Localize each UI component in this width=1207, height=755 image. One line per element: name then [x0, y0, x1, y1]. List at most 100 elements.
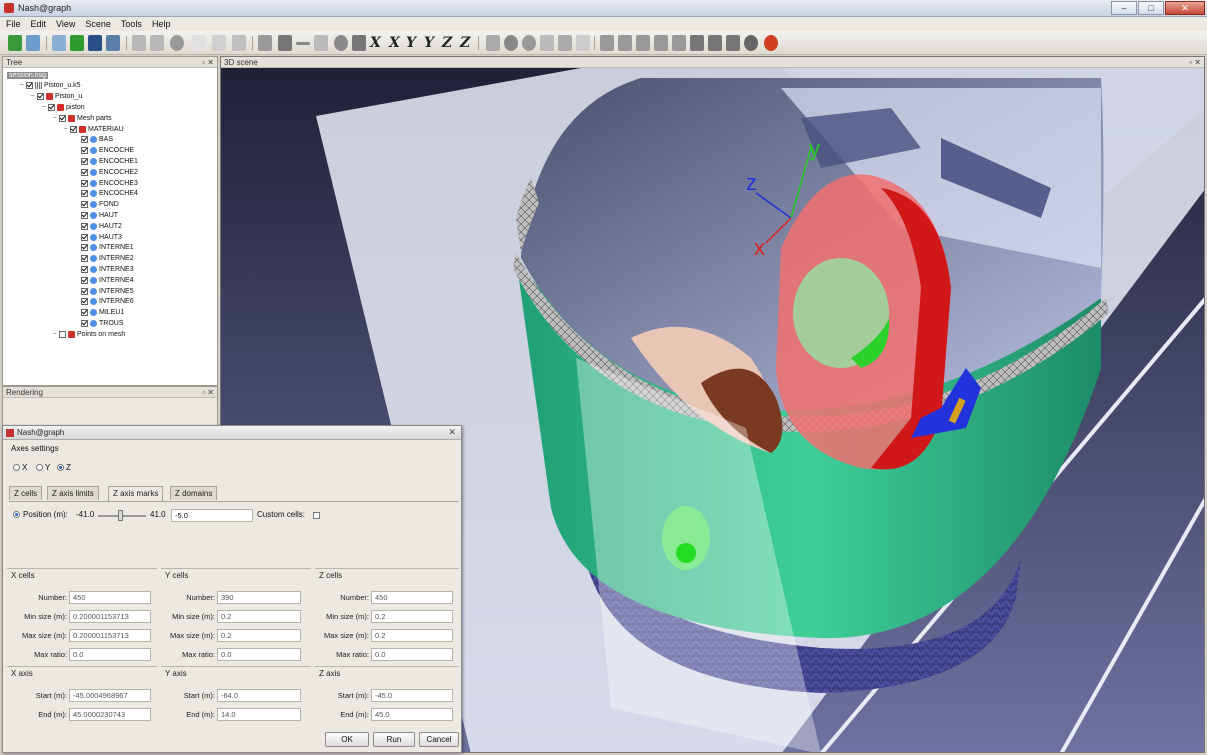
tab-z-domains[interactable]: Z domains: [170, 486, 218, 500]
tree-item[interactable]: HAUT: [73, 210, 118, 220]
tree-item[interactable]: INTERNE2: [73, 254, 134, 264]
blank-icon[interactable]: [192, 35, 206, 51]
y-cells-ratio-field[interactable]: 0.0: [217, 648, 301, 661]
y-axis-start-field[interactable]: -64.0: [217, 689, 301, 702]
save-as-icon[interactable]: [106, 35, 120, 51]
x-cells-max-field[interactable]: 0.200001153713: [69, 629, 151, 642]
wireframe-icon[interactable]: [540, 35, 554, 51]
x-cells-number-field[interactable]: 450: [69, 591, 151, 604]
tree-item-checkbox[interactable]: [81, 157, 88, 165]
undo-icon[interactable]: [132, 35, 146, 51]
tree-item[interactable]: − Piston_u.k5: [18, 81, 81, 91]
menu-edit[interactable]: Edit: [31, 19, 47, 29]
tree-item[interactable]: INTERNE6: [73, 297, 134, 307]
view-x-plus-button[interactable]: X: [370, 35, 381, 51]
cube-icon[interactable]: [600, 35, 614, 51]
tree-item[interactable]: − Piston_u: [29, 92, 82, 102]
run-button[interactable]: Run: [373, 732, 415, 747]
arrow-icon[interactable]: [690, 35, 704, 51]
menu-scene[interactable]: Scene: [85, 19, 111, 29]
tree-expand-icon[interactable]: −: [51, 331, 58, 338]
y-cells-max-field[interactable]: 0.2: [217, 629, 301, 642]
new-file-icon[interactable]: [8, 35, 22, 51]
panel-float-close-icon[interactable]: ▫ ✕: [202, 57, 214, 68]
tree-item-checkbox[interactable]: [59, 114, 66, 122]
tab-z-axis-limits[interactable]: Z axis limits: [47, 486, 99, 500]
tree-item-checkbox[interactable]: [81, 190, 88, 198]
tree-item[interactable]: TROUS: [73, 318, 124, 328]
tree-item[interactable]: FOND: [73, 200, 119, 210]
redo-icon[interactable]: [150, 35, 164, 51]
view-z-plus-button[interactable]: Z: [442, 35, 452, 51]
tree-item-checkbox[interactable]: [81, 201, 88, 209]
tree-item[interactable]: MILEU1: [73, 308, 124, 318]
expand-icon[interactable]: [726, 35, 740, 51]
menu-file[interactable]: File: [6, 19, 21, 29]
save-icon[interactable]: [88, 35, 102, 51]
tree-item[interactable]: − piston: [40, 102, 85, 112]
axis-y-radio[interactable]: [36, 464, 43, 471]
view-y-minus-button[interactable]: Y: [424, 35, 434, 51]
menu-tools[interactable]: Tools: [121, 19, 142, 29]
mesh-icon[interactable]: [558, 35, 572, 51]
rotate-icon[interactable]: [314, 35, 328, 51]
tree-item-checkbox[interactable]: [70, 125, 77, 133]
tree-item-checkbox[interactable]: [81, 211, 88, 219]
dialog-close-icon[interactable]: ✕: [448, 427, 456, 438]
tab-z-axis-marks[interactable]: Z axis marks: [108, 486, 164, 501]
tree-item[interactable]: ENCOCHE4: [73, 189, 138, 199]
z-axis-start-field[interactable]: -45.0: [371, 689, 453, 702]
tree-item-checkbox[interactable]: [81, 244, 88, 252]
x-axis-start-field[interactable]: -45.0004968967: [69, 689, 151, 702]
tab-z-cells[interactable]: Z cells: [9, 486, 43, 500]
pan-icon[interactable]: [278, 35, 292, 51]
grid-icon[interactable]: [486, 35, 500, 51]
tree-item[interactable]: − MATERIAU: [62, 124, 124, 134]
tree-item-checkbox[interactable]: [48, 103, 55, 111]
axis-z-radio[interactable]: [57, 464, 64, 471]
z-cells-number-field[interactable]: 450: [371, 591, 453, 604]
fit-view-icon[interactable]: [352, 35, 366, 51]
cube-side-icon[interactable]: [636, 35, 650, 51]
tree-expand-icon[interactable]: −: [51, 115, 58, 122]
tree-expand-icon[interactable]: −: [62, 126, 69, 133]
check-icon[interactable]: [232, 35, 246, 51]
maximize-button[interactable]: □: [1138, 1, 1164, 15]
tree-item-checkbox[interactable]: [81, 147, 88, 155]
tree-item-checkbox[interactable]: [81, 179, 88, 187]
tree-item[interactable]: − Points on mesh: [51, 329, 125, 339]
tree-item-checkbox[interactable]: [81, 276, 88, 284]
tree-expand-icon[interactable]: −: [40, 104, 47, 111]
view-x-minus-button[interactable]: X: [389, 35, 400, 51]
tree-item[interactable]: ENCOCHE: [73, 146, 134, 156]
x-cells-min-field[interactable]: 0.200001153713: [69, 610, 151, 623]
shading-icon[interactable]: [522, 35, 536, 51]
tree-item-checkbox[interactable]: [59, 330, 66, 338]
tree-item[interactable]: INTERNE5: [73, 286, 134, 296]
tree-item-checkbox[interactable]: [81, 309, 88, 317]
refresh-icon[interactable]: [744, 35, 758, 51]
move-icon[interactable]: [708, 35, 722, 51]
select-icon[interactable]: [258, 35, 272, 51]
tree-item[interactable]: session.nsg: [7, 70, 48, 80]
minus-icon[interactable]: [296, 42, 310, 45]
y-axis-end-field[interactable]: 14.0: [217, 708, 301, 721]
view-z-minus-button[interactable]: Z: [460, 35, 470, 51]
tree-item[interactable]: − Mesh parts: [51, 113, 112, 123]
cube-back-icon[interactable]: [672, 35, 686, 51]
stop-icon[interactable]: [170, 35, 184, 51]
z-cells-ratio-field[interactable]: 0.0: [371, 648, 453, 661]
tree-item-checkbox[interactable]: [81, 298, 88, 306]
tree-item-checkbox[interactable]: [81, 222, 88, 230]
tree-expand-icon[interactable]: −: [18, 82, 25, 89]
tree-item[interactable]: HAUT2: [73, 221, 122, 231]
cube-front-icon[interactable]: [618, 35, 632, 51]
custom-cells-checkbox[interactable]: [313, 512, 320, 519]
tree-item-checkbox[interactable]: [81, 287, 88, 295]
z-cells-min-field[interactable]: 0.2: [371, 610, 453, 623]
tree-item-checkbox[interactable]: [81, 233, 88, 241]
tree-item-checkbox[interactable]: [26, 82, 33, 90]
x-cells-ratio-field[interactable]: 0.0: [69, 648, 151, 661]
points-icon[interactable]: [576, 35, 590, 51]
tree-item[interactable]: BAS: [73, 135, 113, 145]
